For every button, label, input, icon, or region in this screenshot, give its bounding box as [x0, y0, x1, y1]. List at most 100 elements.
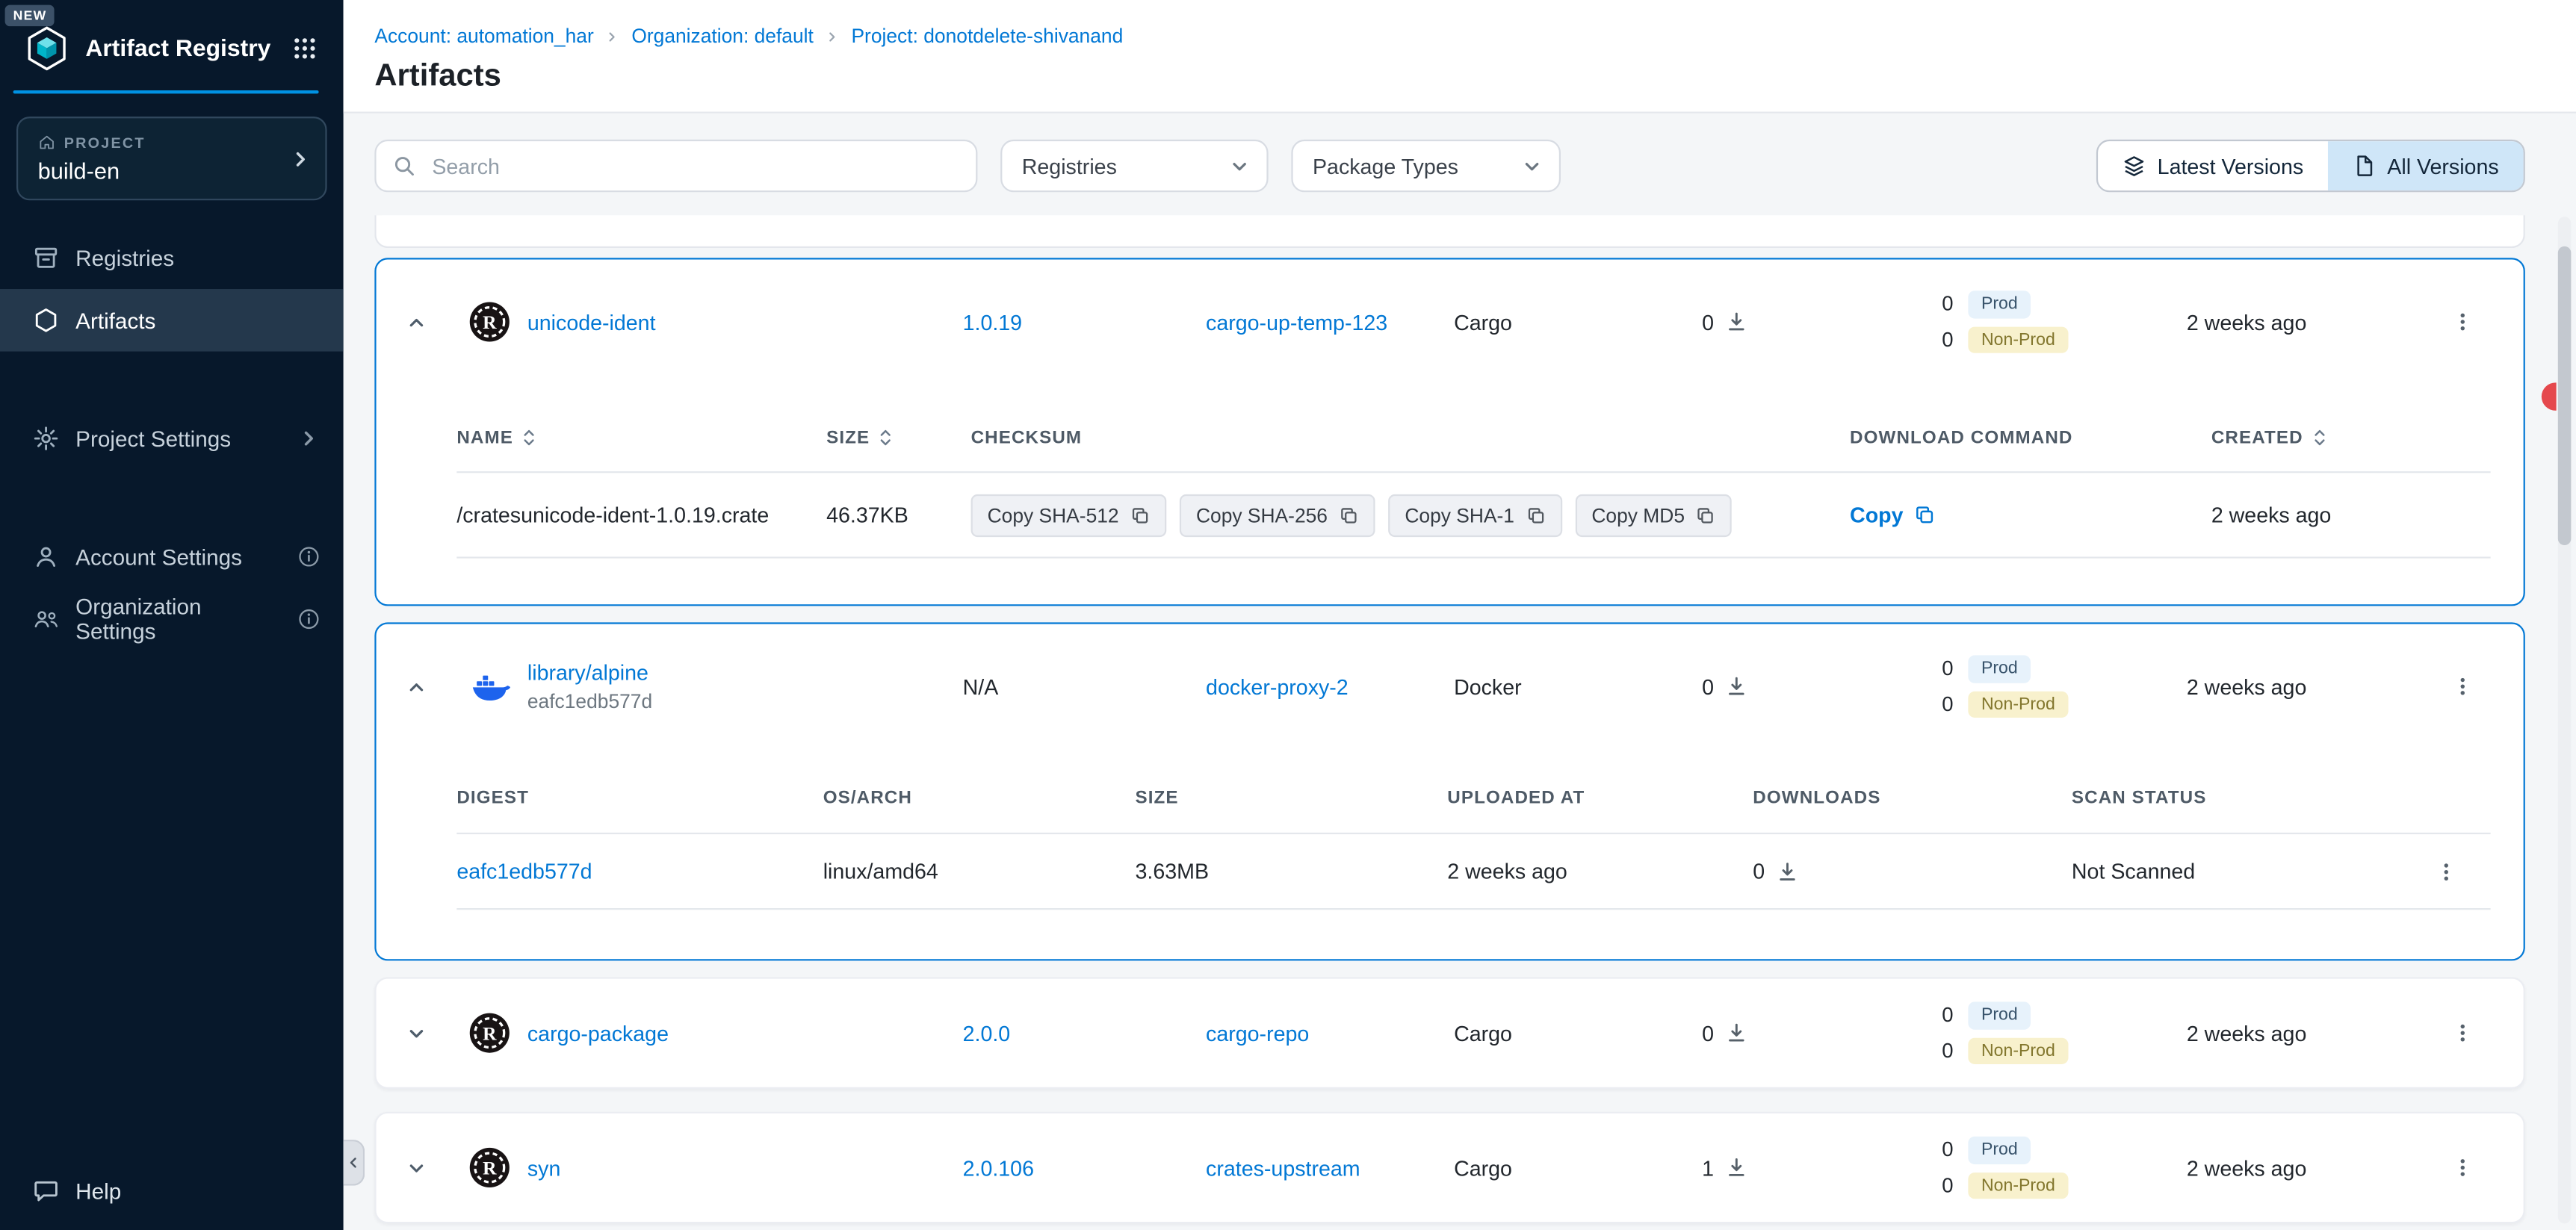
artifact-repository-link[interactable]: cargo-up-temp-123	[1206, 310, 1387, 335]
artifact-name-link[interactable]: library/alpine	[527, 660, 652, 685]
sidebar-item-registries[interactable]: Registries	[0, 226, 344, 289]
copy-sha512-button[interactable]: Copy SHA-512	[971, 494, 1167, 536]
artifact-version-link[interactable]: 2.0.0	[963, 1021, 1011, 1046]
artifacts-icon	[33, 307, 59, 333]
latest-versions-button[interactable]: Latest Versions	[2099, 141, 2329, 190]
package-type: Cargo	[1454, 1021, 1702, 1046]
non-prod-badge: Non-Prod	[1968, 326, 2068, 352]
sort-icon[interactable]	[2312, 427, 2328, 449]
file-size: 46.37KB	[826, 503, 971, 527]
user-icon	[33, 544, 59, 570]
expand-toggle-button[interactable]	[395, 1012, 438, 1054]
search-input[interactable]	[429, 152, 959, 179]
sidebar: NEW Artifact Registry PROJECT build-en R…	[0, 0, 344, 1230]
chevron-right-icon	[297, 427, 321, 450]
project-selector[interactable]: PROJECT build-en	[16, 117, 327, 200]
info-icon[interactable]	[297, 545, 321, 568]
non-prod-badge: Non-Prod	[1968, 1037, 2068, 1064]
row-menu-button[interactable]	[2441, 300, 2483, 343]
main-area: Account: automation_har Organization: de…	[344, 0, 2576, 1230]
copy-md5-button[interactable]: Copy MD5	[1575, 494, 1732, 536]
package-type: Cargo	[1454, 1155, 1702, 1180]
digest-size: 3.63MB	[1135, 859, 1447, 883]
download-count: 0	[1702, 310, 1714, 335]
download-icon	[1725, 1022, 1748, 1045]
copy-download-command-label: Copy	[1850, 503, 1903, 527]
artifact-name-link[interactable]: syn	[527, 1155, 560, 1180]
copy-download-command-link[interactable]: Copy	[1850, 503, 2211, 527]
artifact-name-link[interactable]: unicode-ident	[527, 310, 656, 335]
copy-sha256-button[interactable]: Copy SHA-256	[1180, 494, 1375, 536]
row-menu-button[interactable]	[2441, 1012, 2483, 1054]
info-icon[interactable]	[297, 608, 321, 631]
non-prod-count: 0	[1933, 692, 1953, 715]
sidebar-collapse-handle[interactable]	[344, 1140, 365, 1186]
nav-spacer	[0, 470, 344, 526]
sidebar-item-label: Artifacts	[75, 308, 155, 332]
row-menu-button[interactable]	[2441, 1146, 2483, 1189]
scrollbar-thumb[interactable]	[2558, 246, 2572, 545]
artifact-repository-link[interactable]: docker-proxy-2	[1206, 674, 1349, 699]
expand-toggle-button[interactable]	[395, 1146, 438, 1189]
breadcrumb-organization-link[interactable]: Organization: default	[631, 25, 814, 48]
registries-icon	[33, 245, 59, 271]
breadcrumb-account-link[interactable]: Account: automation_har	[374, 25, 593, 48]
column-header-checksum: CHECKSUM	[971, 428, 1083, 447]
help-button[interactable]: Help	[0, 1164, 344, 1230]
digest-link[interactable]: eafc1edb577d	[456, 859, 592, 883]
prod-badge: Prod	[1968, 1137, 2031, 1164]
collapse-toggle-button[interactable]	[395, 665, 438, 708]
help-label: Help	[75, 1178, 121, 1203]
copy-icon	[1526, 505, 1545, 524]
artifact-version-link[interactable]: 2.0.106	[963, 1155, 1034, 1180]
all-versions-label: All Versions	[2387, 154, 2498, 178]
collapse-toggle-button[interactable]	[395, 300, 438, 343]
artifact-card-cargo-package: cargo-package 2.0.0 cargo-repo Cargo 0 0…	[374, 977, 2524, 1089]
artifact-card-library-alpine: library/alpine eafc1edb577d N/A docker-p…	[374, 622, 2524, 960]
column-header-size: SIZE	[826, 428, 870, 447]
non-prod-badge: Non-Prod	[1968, 691, 2068, 718]
copy-sha1-label: Copy SHA-1	[1405, 503, 1514, 527]
copy-sha1-button[interactable]: Copy SHA-1	[1388, 494, 1561, 536]
cargo-package-icon	[468, 1146, 511, 1189]
sidebar-item-account-settings[interactable]: Account Settings	[0, 526, 344, 588]
artifact-repository-link[interactable]: cargo-repo	[1206, 1021, 1309, 1046]
sort-icon[interactable]	[878, 427, 894, 449]
copy-icon	[1339, 505, 1358, 524]
breadcrumb-project-link[interactable]: Project: donotdelete-shivanand	[851, 25, 1123, 48]
sidebar-item-label: Account Settings	[75, 544, 242, 569]
package-types-filter-dropdown[interactable]: Package Types	[1291, 140, 1561, 192]
sidebar-item-project-settings[interactable]: Project Settings	[0, 407, 344, 470]
prod-count: 0	[1933, 293, 1953, 316]
page-title: Artifacts	[374, 59, 2524, 95]
file-icon	[2353, 155, 2376, 178]
search-icon	[393, 155, 416, 178]
artifact-name-link[interactable]: cargo-package	[527, 1021, 669, 1046]
artifact-repository-link[interactable]: crates-upstream	[1206, 1155, 1360, 1180]
registries-filter-dropdown[interactable]: Registries	[1000, 140, 1268, 192]
version-view-toggle: Latest Versions All Versions	[2096, 140, 2525, 192]
file-row: /cratesunicode-ident-1.0.19.crate 46.37K…	[456, 473, 2490, 558]
all-versions-button[interactable]: All Versions	[2328, 141, 2524, 190]
artifact-registry-app: NEW Artifact Registry PROJECT build-en R…	[0, 0, 2576, 1230]
users-icon	[33, 606, 59, 632]
digest-row-menu-button[interactable]	[2425, 850, 2468, 892]
sort-icon[interactable]	[521, 427, 538, 449]
module-grid-icon[interactable]	[292, 36, 317, 60]
chevron-right-icon	[825, 28, 840, 43]
artifact-card-unicode-ident: unicode-ident 1.0.19 cargo-up-temp-123 C…	[374, 258, 2524, 606]
chevron-down-icon	[1521, 155, 1543, 177]
sidebar-item-organization-settings[interactable]: Organization Settings	[0, 588, 344, 650]
copy-icon	[1696, 505, 1715, 524]
column-header-scan-status: SCAN STATUS	[2072, 787, 2207, 807]
artifact-version-link[interactable]: 1.0.19	[963, 310, 1023, 335]
download-icon	[1725, 1156, 1748, 1179]
sidebar-item-artifacts[interactable]: Artifacts	[0, 289, 344, 352]
scrollbar-track	[2558, 217, 2572, 1223]
uploaded-at: 2 weeks ago	[1447, 859, 1753, 883]
copy-icon	[1130, 505, 1150, 524]
row-menu-button[interactable]	[2441, 665, 2483, 708]
artifact-registry-logo-icon	[23, 25, 71, 72]
nav-spacer	[0, 352, 344, 408]
copy-sha256-label: Copy SHA-256	[1196, 503, 1328, 527]
